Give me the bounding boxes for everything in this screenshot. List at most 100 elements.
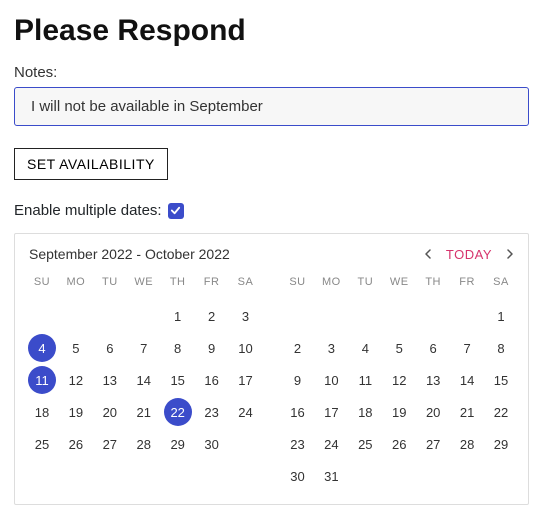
day-cell-empty — [348, 460, 382, 492]
weekday-label: SA — [484, 276, 518, 288]
day-cell-empty — [450, 300, 484, 332]
day-cell[interactable]: 20 — [416, 396, 450, 428]
day-cell-empty — [93, 300, 127, 332]
day-cell[interactable]: 19 — [59, 396, 93, 428]
weekday-label: TU — [93, 276, 127, 288]
day-cell[interactable]: 1 — [161, 300, 195, 332]
calendar-month: SUMOTUWETHFRSA12345678910111213141516171… — [281, 276, 519, 492]
day-cell[interactable]: 17 — [229, 364, 263, 396]
day-cell[interactable]: 15 — [161, 364, 195, 396]
weekday-label: WE — [127, 276, 161, 288]
calendar-month: SUMOTUWETHFRSA12345678910111213141516171… — [25, 276, 263, 492]
day-cell[interactable]: 3 — [229, 300, 263, 332]
day-cell-empty — [450, 460, 484, 492]
day-cell[interactable]: 6 — [416, 332, 450, 364]
weekday-label: FR — [450, 276, 484, 288]
today-button[interactable]: TODAY — [446, 247, 492, 262]
day-cell[interactable]: 25 — [348, 428, 382, 460]
day-cell[interactable]: 30 — [281, 460, 315, 492]
weekday-label: MO — [314, 276, 348, 288]
day-cell[interactable]: 21 — [450, 396, 484, 428]
day-cell[interactable]: 26 — [382, 428, 416, 460]
day-cell[interactable]: 11 — [25, 364, 59, 396]
day-cell[interactable]: 5 — [59, 332, 93, 364]
day-cell[interactable]: 12 — [59, 364, 93, 396]
day-cell[interactable]: 19 — [382, 396, 416, 428]
day-cell-empty — [416, 460, 450, 492]
weekday-label: WE — [382, 276, 416, 288]
day-cell[interactable]: 15 — [484, 364, 518, 396]
day-cell-empty — [484, 460, 518, 492]
day-cell[interactable]: 23 — [195, 396, 229, 428]
day-cell-empty — [281, 300, 315, 332]
day-cell[interactable]: 2 — [281, 332, 315, 364]
day-cell[interactable]: 14 — [450, 364, 484, 396]
enable-multiple-dates-label: Enable multiple dates: — [14, 202, 162, 219]
prev-month-button[interactable] — [424, 247, 432, 262]
day-cell[interactable]: 10 — [229, 332, 263, 364]
next-month-button[interactable] — [506, 247, 514, 262]
day-cell[interactable]: 21 — [127, 396, 161, 428]
day-cell[interactable]: 9 — [281, 364, 315, 396]
day-cell[interactable]: 13 — [93, 364, 127, 396]
day-cell[interactable]: 8 — [161, 332, 195, 364]
day-cell[interactable]: 7 — [450, 332, 484, 364]
weekday-label: TU — [348, 276, 382, 288]
day-cell[interactable]: 1 — [484, 300, 518, 332]
chevron-right-icon — [506, 249, 514, 259]
enable-multiple-dates-checkbox[interactable] — [168, 203, 184, 219]
day-cell[interactable]: 13 — [416, 364, 450, 396]
day-cell[interactable]: 2 — [195, 300, 229, 332]
day-cell[interactable]: 17 — [314, 396, 348, 428]
day-cell[interactable]: 5 — [382, 332, 416, 364]
day-cell[interactable]: 7 — [127, 332, 161, 364]
day-cell[interactable]: 24 — [314, 428, 348, 460]
day-cell-empty — [229, 428, 263, 460]
day-cell-empty — [59, 300, 93, 332]
day-cell[interactable]: 29 — [161, 428, 195, 460]
day-cell[interactable]: 9 — [195, 332, 229, 364]
day-cell[interactable]: 24 — [229, 396, 263, 428]
notes-input[interactable] — [14, 87, 529, 126]
day-cell[interactable]: 22 — [161, 396, 195, 428]
day-cell[interactable]: 23 — [281, 428, 315, 460]
weekday-label: TH — [416, 276, 450, 288]
day-cell[interactable]: 6 — [93, 332, 127, 364]
weekday-label: TH — [161, 276, 195, 288]
day-cell[interactable]: 18 — [348, 396, 382, 428]
day-cell[interactable]: 28 — [127, 428, 161, 460]
set-availability-button[interactable]: SET AVAILABILITY — [14, 148, 168, 180]
weekday-label: MO — [59, 276, 93, 288]
day-cell[interactable]: 16 — [281, 396, 315, 428]
day-cell[interactable]: 31 — [314, 460, 348, 492]
day-cell[interactable]: 3 — [314, 332, 348, 364]
day-cell[interactable]: 26 — [59, 428, 93, 460]
day-cell[interactable]: 29 — [484, 428, 518, 460]
day-cell[interactable]: 12 — [382, 364, 416, 396]
day-cell[interactable]: 30 — [195, 428, 229, 460]
day-cell-empty — [416, 300, 450, 332]
day-cell[interactable]: 14 — [127, 364, 161, 396]
calendar: September 2022 - October 2022 TODAY SUMO… — [14, 233, 529, 505]
weekday-label: SA — [229, 276, 263, 288]
day-cell[interactable]: 18 — [25, 396, 59, 428]
day-cell[interactable]: 16 — [195, 364, 229, 396]
day-cell[interactable]: 4 — [348, 332, 382, 364]
day-cell-empty — [382, 300, 416, 332]
day-cell-empty — [348, 300, 382, 332]
day-cell[interactable]: 10 — [314, 364, 348, 396]
weekday-label: FR — [195, 276, 229, 288]
day-cell[interactable]: 11 — [348, 364, 382, 396]
day-cell-empty — [25, 300, 59, 332]
day-cell[interactable]: 28 — [450, 428, 484, 460]
day-cell[interactable]: 4 — [25, 332, 59, 364]
day-cell-empty — [382, 460, 416, 492]
chevron-left-icon — [424, 249, 432, 259]
day-cell-empty — [314, 300, 348, 332]
day-cell[interactable]: 25 — [25, 428, 59, 460]
day-cell[interactable]: 27 — [416, 428, 450, 460]
day-cell[interactable]: 22 — [484, 396, 518, 428]
day-cell[interactable]: 20 — [93, 396, 127, 428]
day-cell[interactable]: 27 — [93, 428, 127, 460]
day-cell[interactable]: 8 — [484, 332, 518, 364]
